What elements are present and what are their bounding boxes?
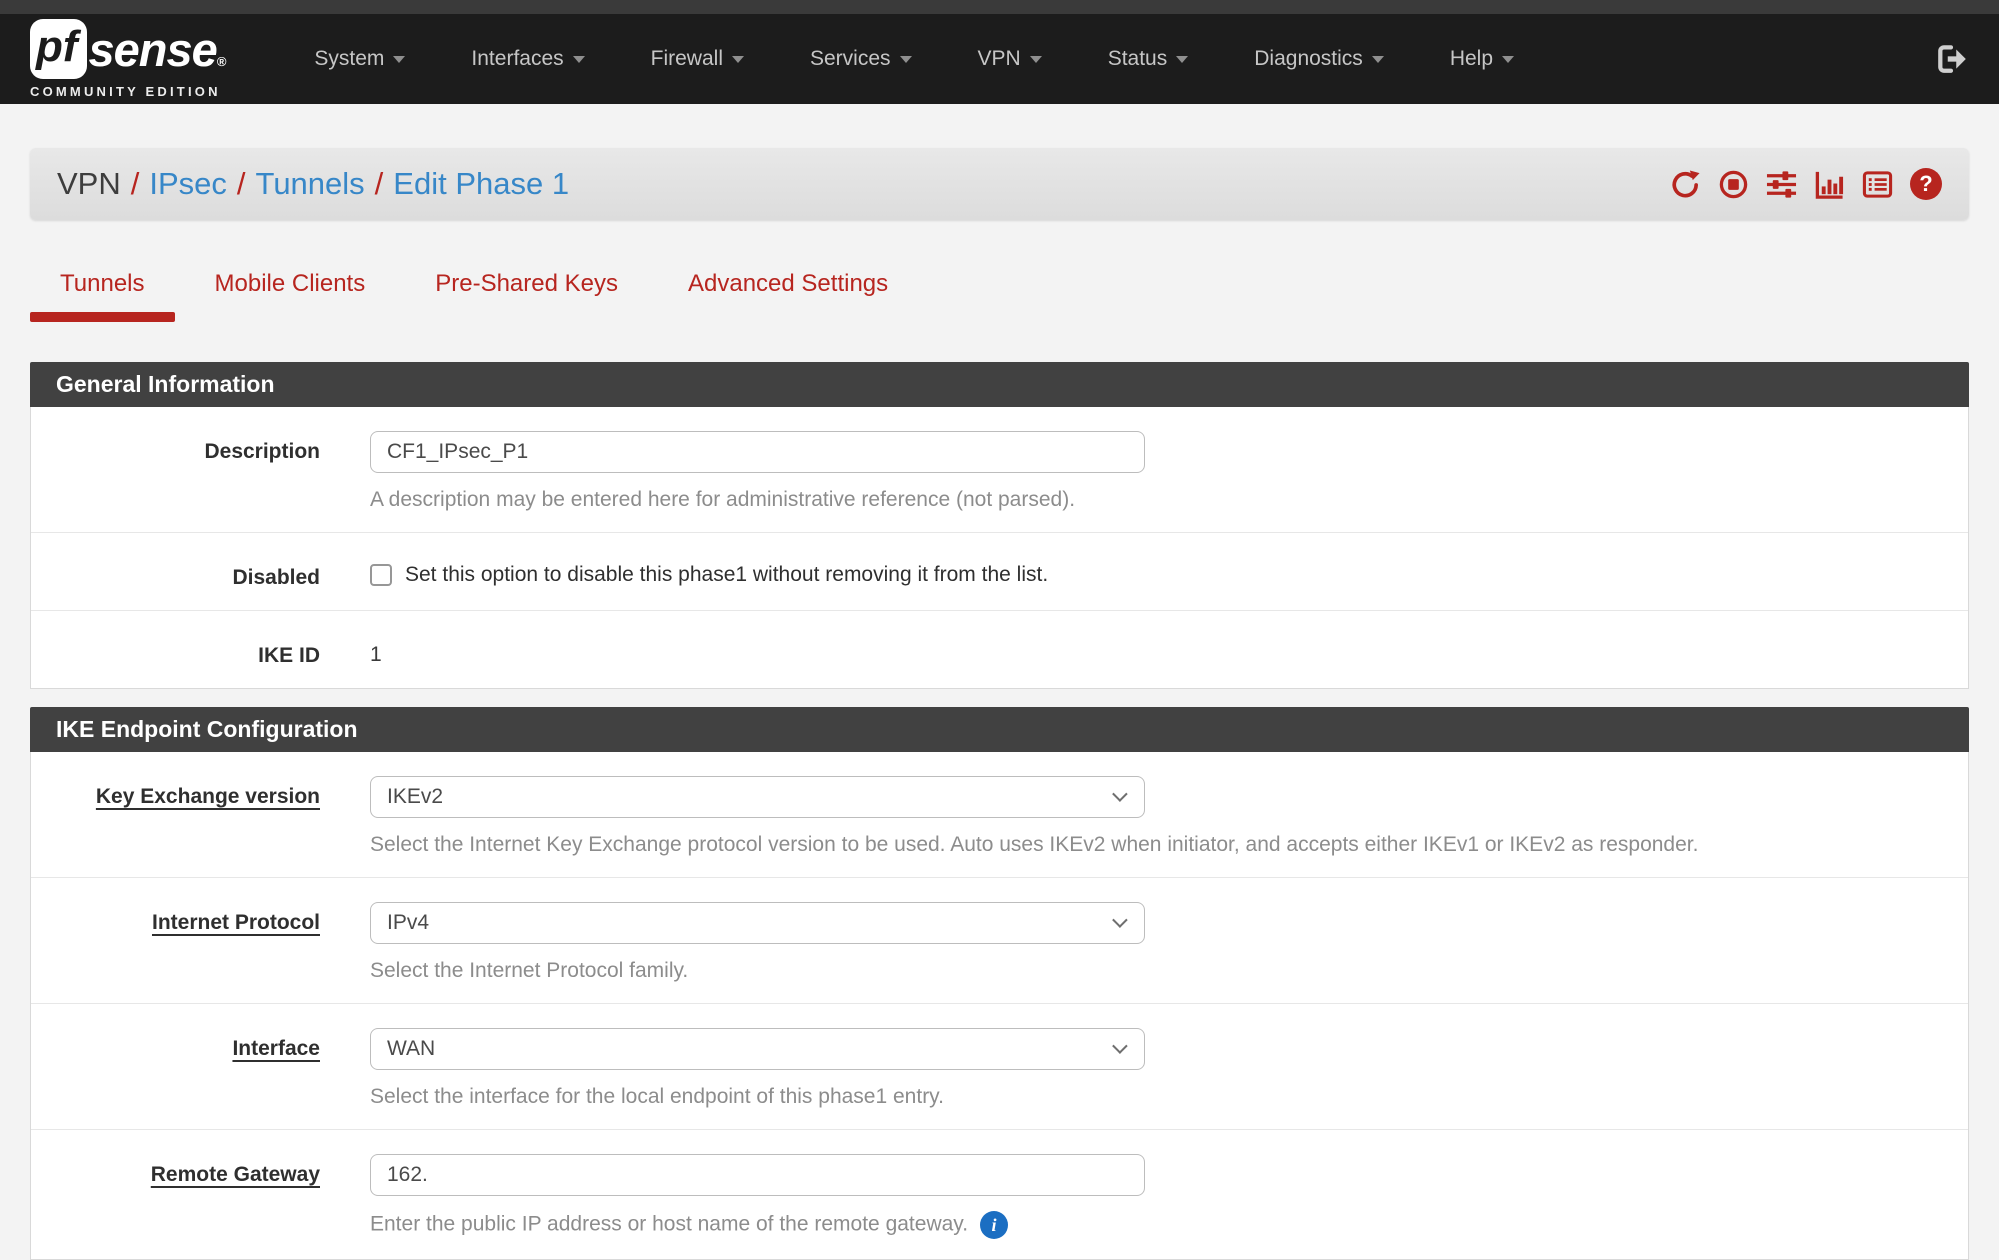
chevron-down-icon [1112,786,1128,802]
restart-service-icon[interactable] [1670,169,1701,200]
caret-down-icon [1176,56,1188,63]
related-status-icon[interactable] [1814,169,1845,200]
caret-down-icon [1502,56,1514,63]
pfsense-logo-wordmark: pf sense® [30,19,225,79]
menu-firewall[interactable]: Firewall [618,47,777,71]
caret-down-icon [900,56,912,63]
field-label-description: Description [31,431,370,512]
breadcrumb-link-tunnels[interactable]: Tunnels [256,166,365,201]
related-log-icon[interactable] [1862,169,1893,200]
menu-diagnostics[interactable]: Diagnostics [1221,47,1417,71]
stop-service-icon[interactable] [1718,169,1749,200]
related-settings-icon[interactable] [1766,169,1797,200]
menu-vpn[interactable]: VPN [945,47,1075,71]
tab-mobile-clients[interactable]: Mobile Clients [185,266,396,322]
section-title: General Information [30,362,1969,407]
interface-select[interactable]: WAN [370,1028,1145,1070]
menu-interfaces[interactable]: Interfaces [438,47,617,71]
info-icon[interactable]: i [980,1211,1008,1239]
ike-id-value: 1 [370,635,1942,667]
menu-services[interactable]: Services [777,47,945,71]
caret-down-icon [1372,56,1384,63]
caret-down-icon [393,56,405,63]
interface-help: Select the interface for the local endpo… [370,1085,1942,1109]
field-label-internet-protocol: Internet Protocol [31,902,370,983]
disabled-checkbox-label[interactable]: Set this option to disable this phase1 w… [405,563,1048,587]
breadcrumb: VPN/IPsec/Tunnels/Edit Phase 1 [57,166,569,202]
field-label-disabled: Disabled [31,557,370,590]
menu-help[interactable]: Help [1417,47,1547,71]
caret-down-icon [732,56,744,63]
internet-protocol-select[interactable]: IPv4 [370,902,1145,944]
pfsense-logo[interactable]: pf sense® COMMUNITY EDITION [30,19,225,99]
form-row-interface: Interface WAN Select the interface for t… [31,1004,1968,1130]
internet-protocol-help: Select the Internet Protocol family. [370,959,1942,983]
form-row-ike-id: IKE ID 1 [31,611,1968,688]
disabled-checkbox[interactable] [370,564,392,586]
form-row-description: Description A description may be entered… [31,407,1968,533]
registered-mark: ® [217,54,226,69]
pfsense-logo-sense: sense® [89,26,226,73]
breadcrumb-root: VPN [57,166,121,201]
breadcrumb-separator: / [121,166,150,201]
navbar: pf sense® COMMUNITY EDITION System Inter… [0,14,1999,104]
form-row-key-exchange-version: Key Exchange version IKEv2 Select the In… [31,752,1968,878]
menu-status[interactable]: Status [1075,47,1222,71]
breadcrumb-separator: / [227,166,256,201]
breadcrumb-link-ipsec[interactable]: IPsec [149,166,227,201]
breadcrumb-separator: / [365,166,394,201]
section-ike-endpoint-configuration: IKE Endpoint Configuration Key Exchange … [30,707,1969,1260]
caret-down-icon [1030,56,1042,63]
form-row-disabled: Disabled Set this option to disable this… [31,533,1968,611]
chevron-down-icon [1112,1038,1128,1054]
tab-tunnels[interactable]: Tunnels [30,266,175,322]
section-title: IKE Endpoint Configuration [30,707,1969,752]
pfsense-logo-pf: pf [30,19,87,79]
form-row-remote-gateway: Remote Gateway Enter the public IP addre… [31,1130,1968,1259]
chevron-down-icon [1112,912,1128,928]
field-label-ike-id: IKE ID [31,635,370,668]
field-label-key-exchange-version: Key Exchange version [31,776,370,857]
tab-pre-shared-keys[interactable]: Pre-Shared Keys [405,266,648,322]
field-label-remote-gateway: Remote Gateway [31,1154,370,1239]
window-chrome-strip [0,0,1999,14]
community-edition-label: COMMUNITY EDITION [30,84,225,99]
remote-gateway-input[interactable] [370,1154,1145,1196]
section-panel: Description A description may be entered… [30,407,1969,689]
caret-down-icon [573,56,585,63]
key-exchange-version-select[interactable]: IKEv2 [370,776,1145,818]
key-exchange-version-help: Select the Internet Key Exchange protoco… [370,833,1942,857]
form-row-internet-protocol: Internet Protocol IPv4 Select the Intern… [31,878,1968,1004]
section-general-information: General Information Description A descri… [30,362,1969,689]
remote-gateway-help: Enter the public IP address or host name… [370,1211,1942,1239]
main-menu: System Interfaces Firewall Services VPN … [281,47,1547,71]
description-help: A description may be entered here for ad… [370,488,1942,512]
sign-out-icon[interactable] [1935,42,1969,76]
section-panel: Key Exchange version IKEv2 Select the In… [30,752,1969,1260]
tab-bar: Tunnels Mobile Clients Pre-Shared Keys A… [30,266,1969,322]
page-action-icons: ? [1670,168,1942,200]
breadcrumb-bar: VPN/IPsec/Tunnels/Edit Phase 1 [30,148,1969,220]
tab-advanced-settings[interactable]: Advanced Settings [658,266,918,322]
menu-system[interactable]: System [281,47,438,71]
field-label-interface: Interface [31,1028,370,1109]
description-input[interactable] [370,431,1145,473]
help-icon[interactable]: ? [1910,168,1942,200]
breadcrumb-link-edit-phase1[interactable]: Edit Phase 1 [393,166,569,201]
